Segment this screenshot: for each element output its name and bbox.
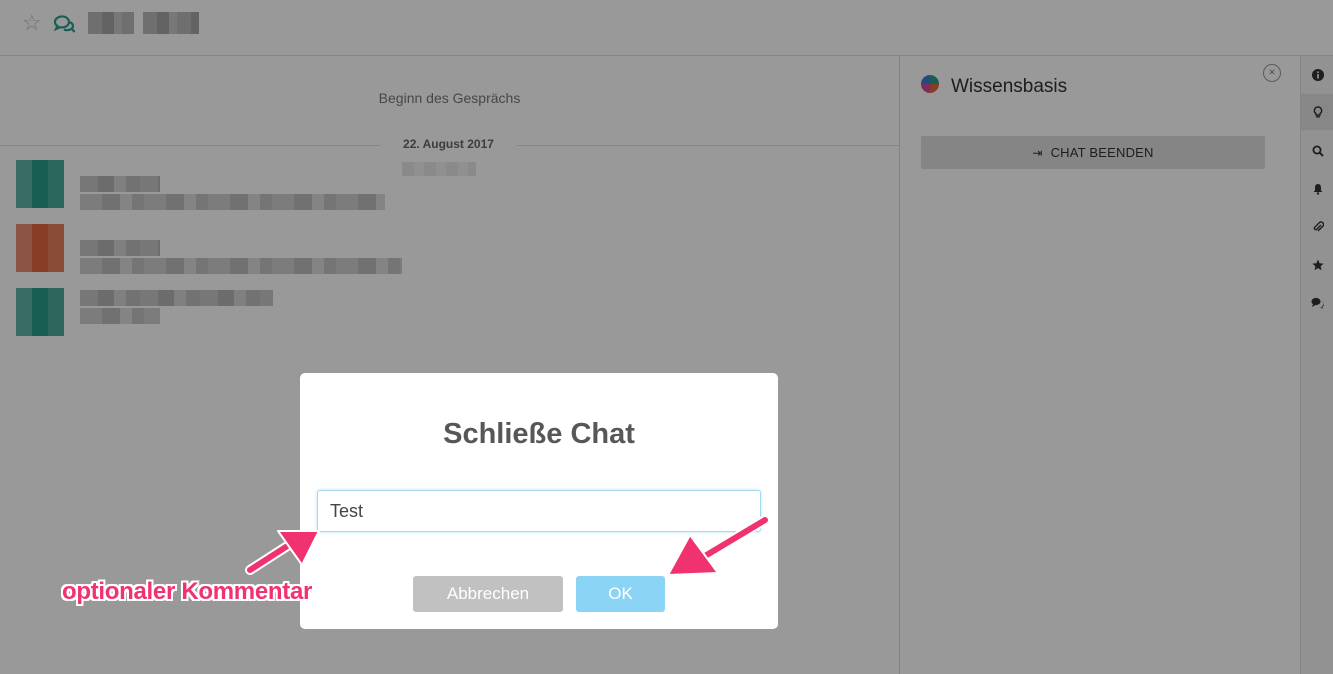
ok-button[interactable]: OK [576, 576, 665, 612]
comment-input[interactable] [317, 490, 761, 532]
annotation-label: optionaler Kommentar [62, 578, 313, 605]
cancel-button[interactable]: Abbrechen [413, 576, 563, 612]
dialog-title: Schließe Chat [443, 418, 635, 450]
close-chat-dialog: Schließe Chat Abbrechen OK [300, 373, 778, 629]
